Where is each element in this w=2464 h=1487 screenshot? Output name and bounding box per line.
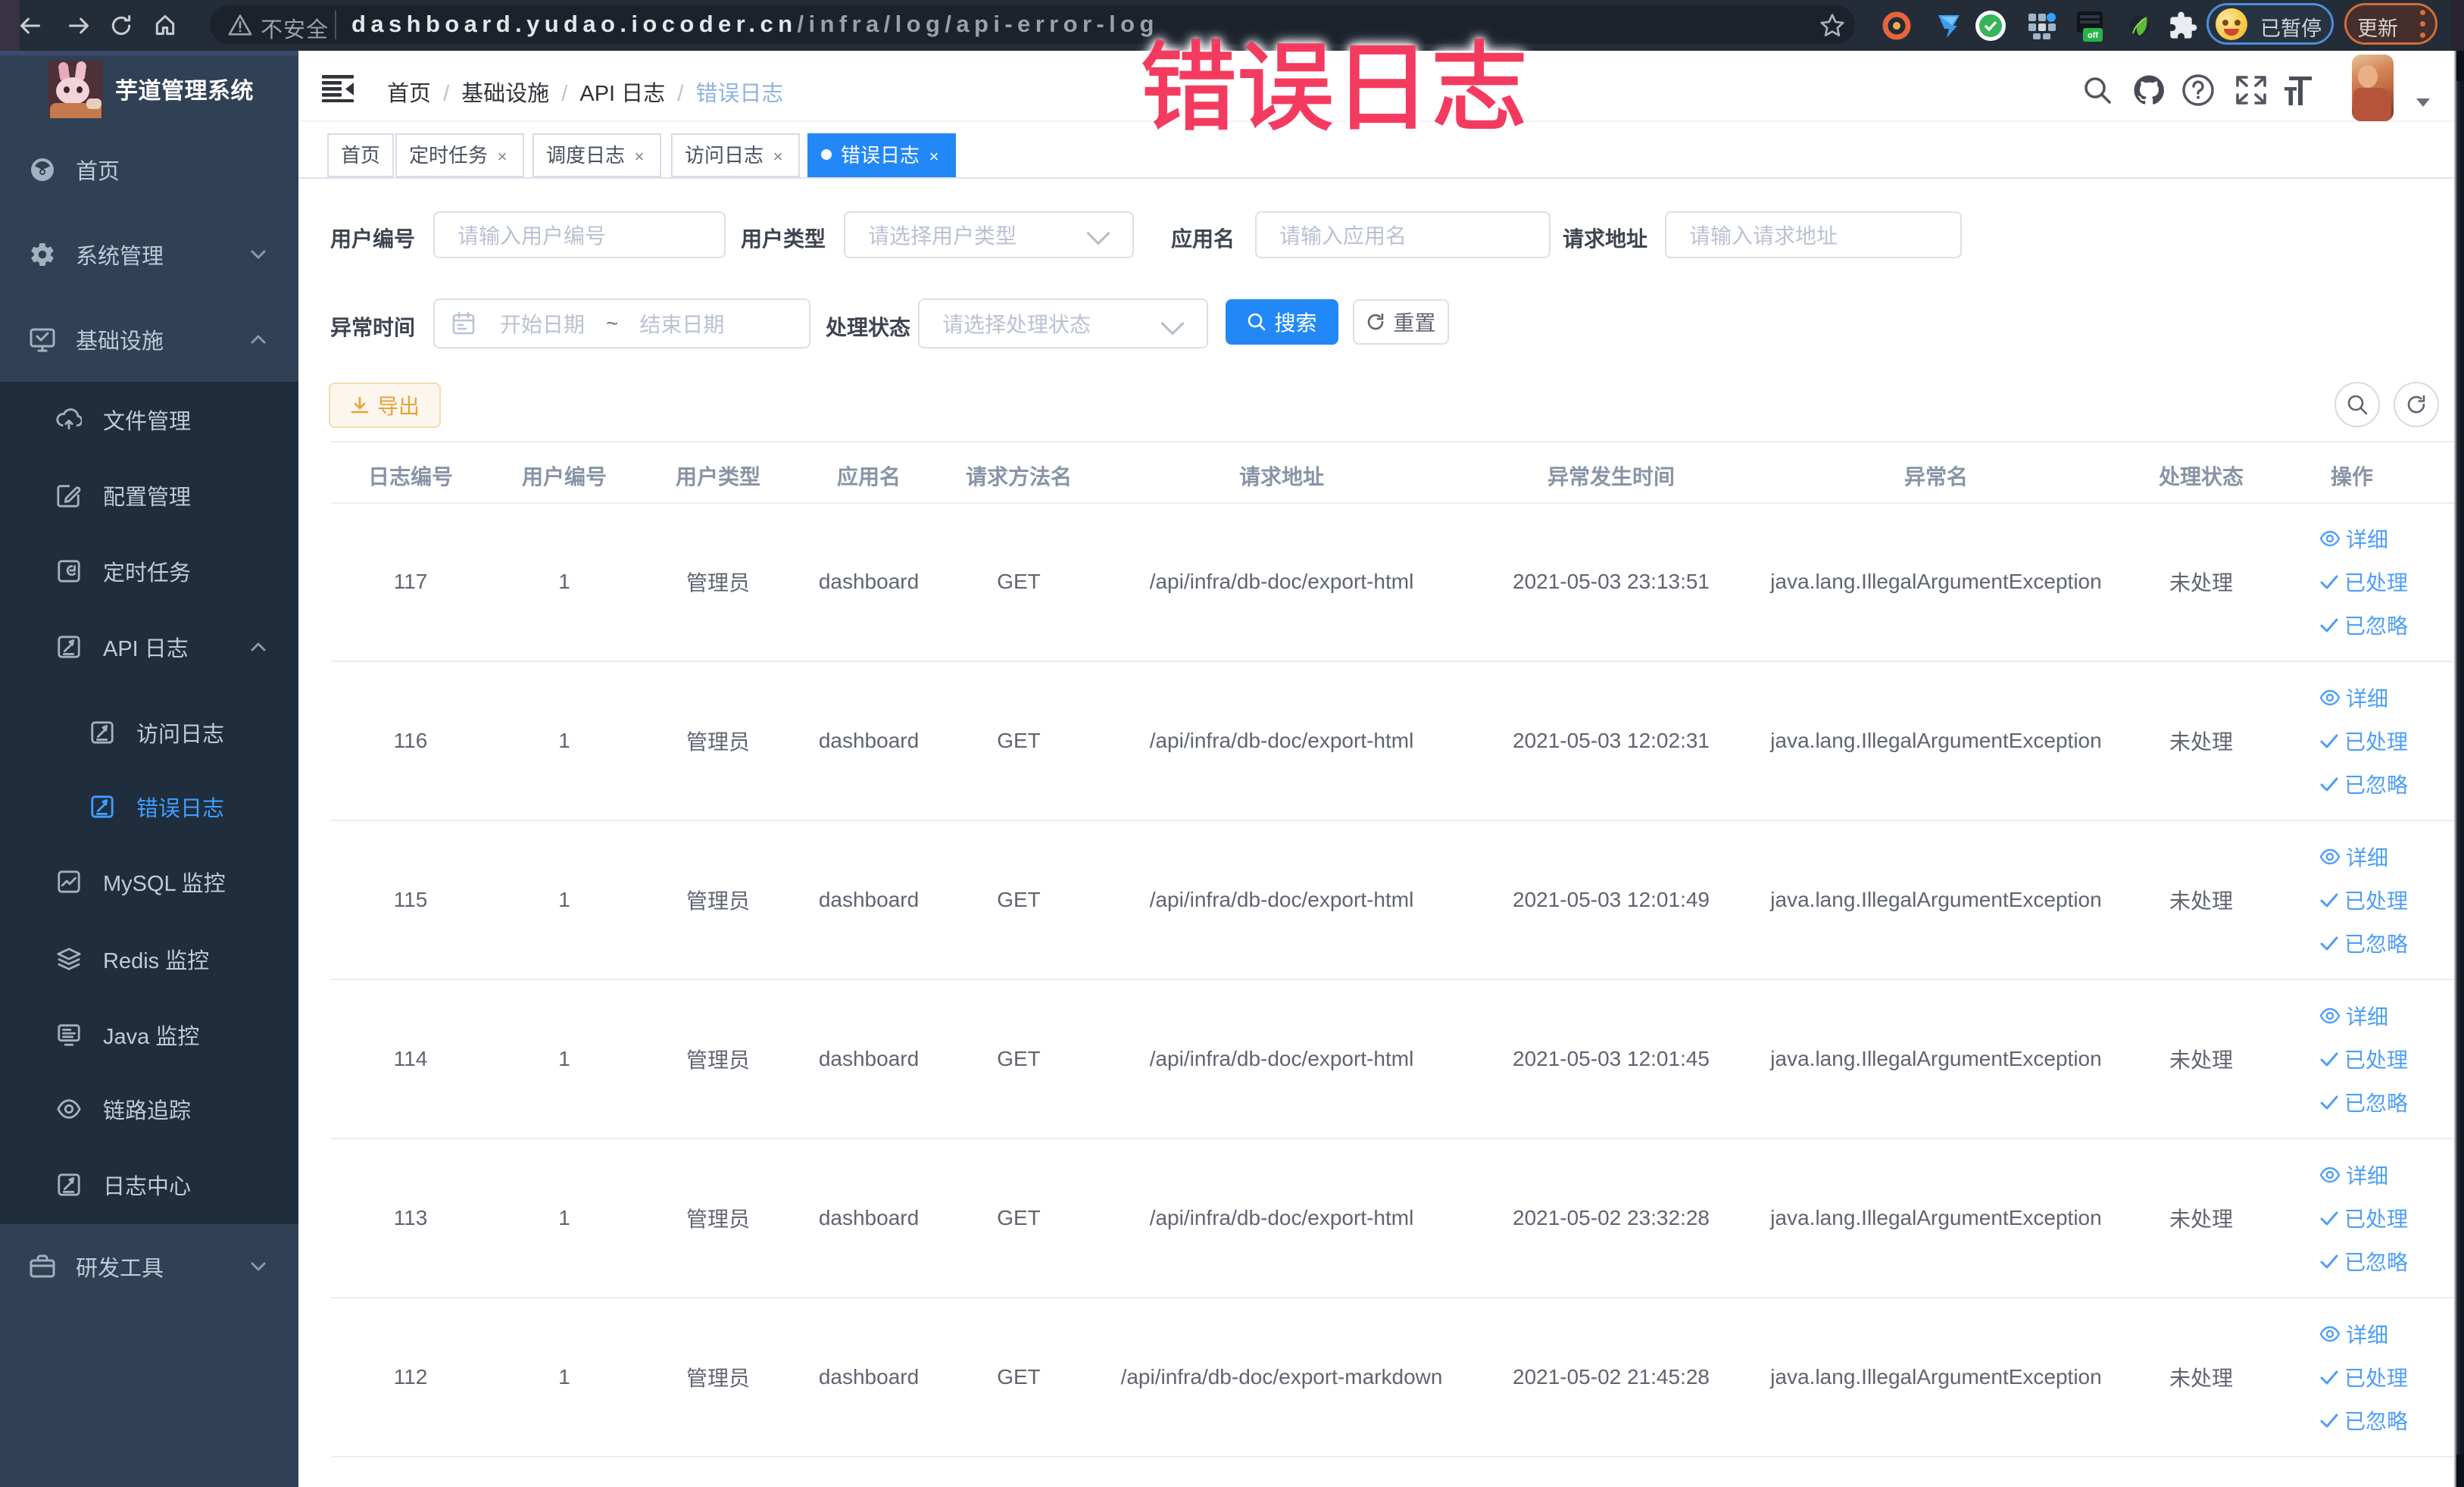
svg-text:off: off: [2088, 31, 2098, 40]
